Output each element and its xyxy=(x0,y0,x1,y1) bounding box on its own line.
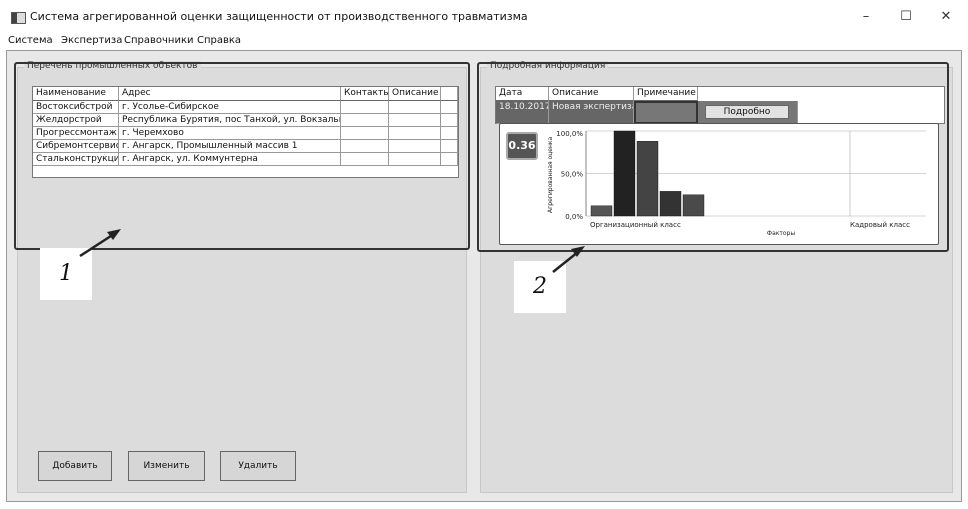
arrow-line-2 xyxy=(552,251,579,273)
arrow-line-1 xyxy=(79,232,115,258)
callout-arrows xyxy=(79,229,585,273)
